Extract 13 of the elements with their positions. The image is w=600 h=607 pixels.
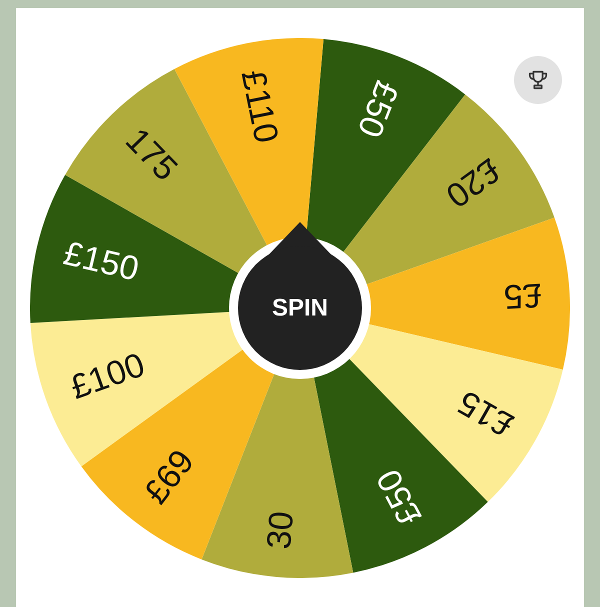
trophy-button[interactable] [514, 56, 562, 104]
segment-label: £50 [350, 76, 406, 142]
segment-label: £5 [502, 276, 543, 316]
segment-label: £150 [60, 234, 142, 289]
segment-label: £20 [438, 150, 508, 215]
segment-label: 175 [118, 120, 185, 188]
segment-label: £50 [369, 463, 430, 532]
segment-label: 30 [260, 510, 302, 551]
segment-label: £100 [66, 346, 150, 407]
segment-label: £69 [136, 442, 202, 512]
segment-label: £15 [452, 382, 520, 444]
segment-label: £110 [234, 67, 286, 146]
trophy-icon [527, 69, 549, 91]
